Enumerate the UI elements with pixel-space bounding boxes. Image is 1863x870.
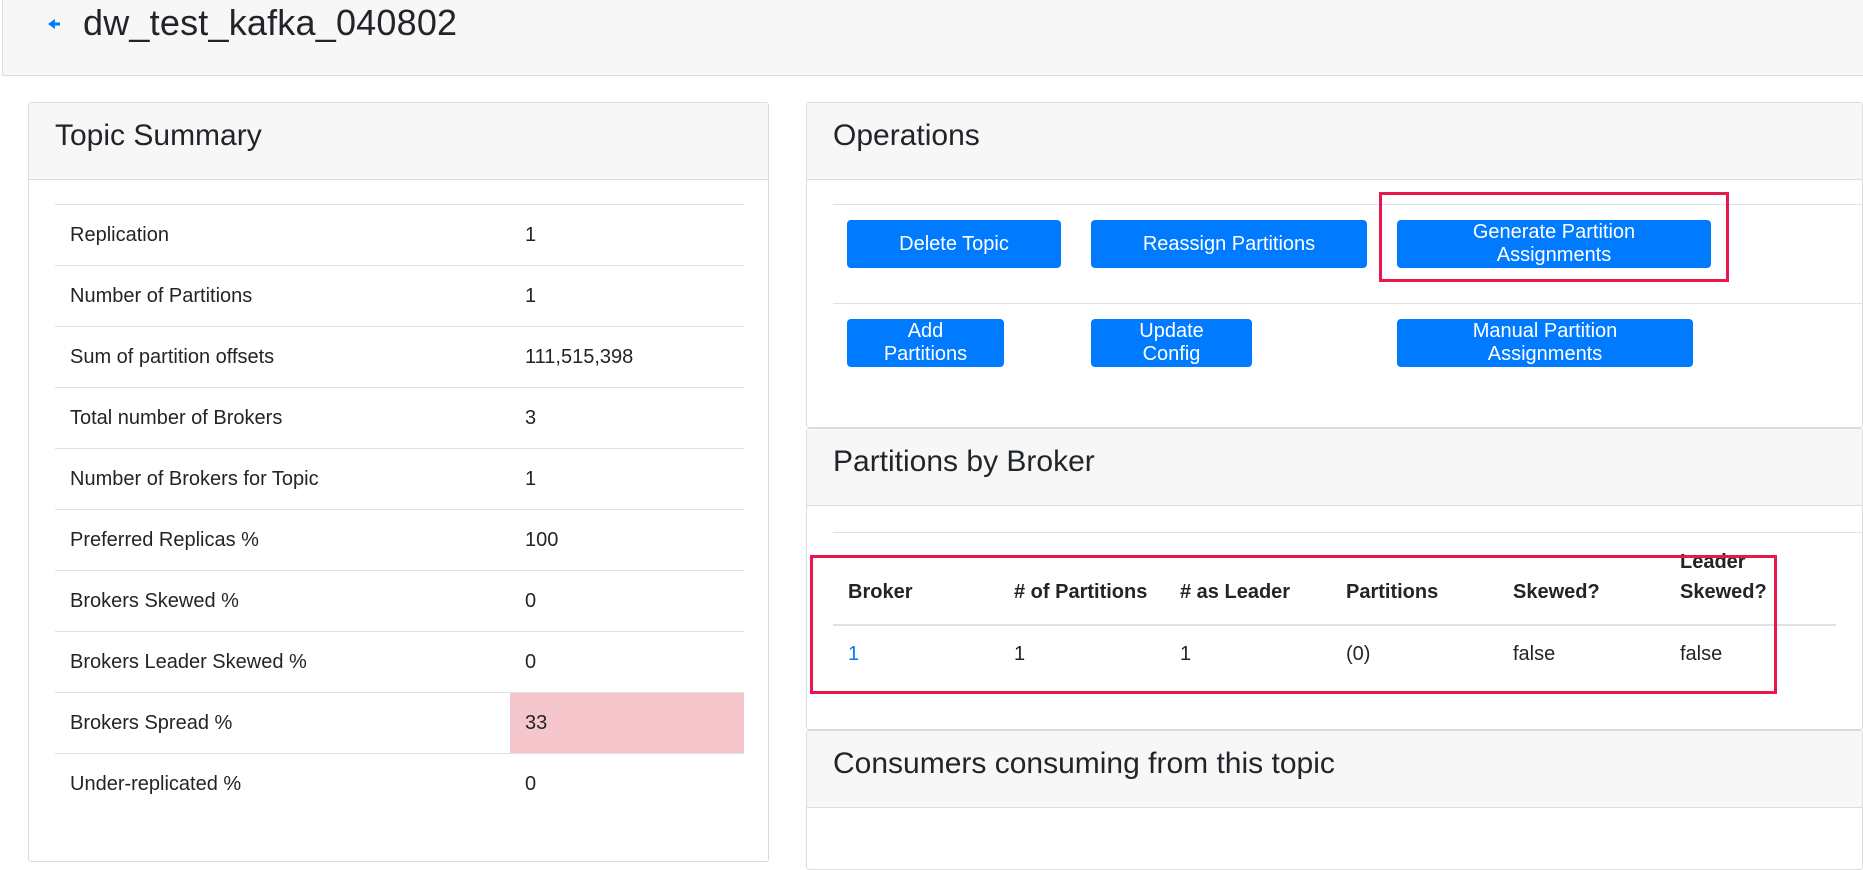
column-header-leader: Leader — [1680, 551, 1746, 573]
table-header-divider — [833, 624, 1836, 626]
table-row: Number of Brokers for Topic 1 — [55, 448, 744, 510]
partitions-value: (0) — [1346, 643, 1371, 665]
topic-summary-title: Topic Summary — [55, 119, 262, 152]
summary-value: 1 — [510, 448, 744, 510]
table-row: Replication 1 — [55, 204, 744, 266]
consumers-card: Consumers consuming from this topic — [806, 730, 1863, 870]
topic-summary-header: Topic Summary — [29, 103, 768, 180]
consumers-title: Consumers consuming from this topic — [833, 747, 1335, 780]
update-config-button[interactable]: Update Config — [1091, 319, 1252, 367]
column-header-num-partitions: # of Partitions — [1014, 581, 1148, 603]
column-header-partitions: Partitions — [1346, 581, 1439, 603]
partitions-by-broker-card: Partitions by Broker Broker # of Partiti… — [806, 428, 1863, 730]
summary-value: 0 — [510, 753, 744, 815]
table-row: Brokers Spread % 33 — [55, 692, 744, 754]
summary-value: 0 — [510, 631, 744, 693]
column-header-broker: Broker — [848, 581, 913, 603]
table-row: Under-replicated % 0 — [55, 753, 744, 815]
reassign-partitions-button[interactable]: Reassign Partitions — [1091, 220, 1367, 268]
generate-partition-assignments-button[interactable]: Generate Partition Assignments — [1397, 220, 1711, 268]
topic-summary-table: Replication 1 Number of Partitions 1 Sum… — [55, 204, 744, 815]
page-header: dw_test_kafka_040802 — [2, 0, 1863, 76]
partitions-by-broker-header: Partitions by Broker — [807, 429, 1862, 506]
arrow-left-icon[interactable] — [47, 17, 61, 31]
summary-label: Preferred Replicas % — [55, 509, 510, 571]
consumers-header: Consumers consuming from this topic — [807, 731, 1862, 808]
operations-header: Operations — [807, 103, 1862, 180]
summary-label: Replication — [55, 204, 510, 266]
table-row: Brokers Leader Skewed % 0 — [55, 631, 744, 693]
partitions-by-broker-title: Partitions by Broker — [833, 445, 1095, 478]
operations-card: Operations Delete Topic Reassign Partiti… — [806, 102, 1863, 428]
summary-value: 1 — [510, 204, 744, 266]
summary-value: 1 — [510, 265, 744, 327]
skewed-value: false — [1513, 643, 1556, 665]
column-header-skewed: Skewed? — [1513, 581, 1600, 603]
divider — [833, 204, 1862, 205]
divider — [833, 532, 1862, 533]
table-row: Number of Partitions 1 — [55, 265, 744, 327]
table-row: Total number of Brokers 3 — [55, 387, 744, 449]
table-row: Sum of partition offsets 111,515,398 — [55, 326, 744, 388]
summary-label: Under-replicated % — [55, 753, 510, 815]
brokers-spread-value: 33 — [510, 692, 744, 754]
summary-label: Number of Partitions — [55, 265, 510, 327]
column-header-as-leader: # as Leader — [1180, 581, 1291, 603]
as-leader-value: 1 — [1180, 643, 1192, 665]
summary-value: 3 — [510, 387, 744, 449]
broker-link[interactable]: 1 — [848, 643, 859, 666]
summary-value: 0 — [510, 570, 744, 632]
num-partitions-value: 1 — [1014, 643, 1026, 665]
summary-label: Number of Brokers for Topic — [55, 448, 510, 510]
summary-label: Total number of Brokers — [55, 387, 510, 449]
column-header-leader-skewed: Skewed? — [1680, 581, 1767, 603]
summary-label: Brokers Spread % — [55, 692, 510, 754]
delete-topic-button[interactable]: Delete Topic — [847, 220, 1061, 268]
page-title: dw_test_kafka_040802 — [83, 2, 458, 43]
summary-label: Brokers Leader Skewed % — [55, 631, 510, 693]
summary-label: Brokers Skewed % — [55, 570, 510, 632]
table-row: Brokers Skewed % 0 — [55, 570, 744, 632]
divider — [833, 303, 1862, 304]
add-partitions-button[interactable]: Add Partitions — [847, 319, 1004, 367]
leader-skewed-value: false — [1680, 643, 1723, 665]
operations-title: Operations — [833, 119, 980, 152]
summary-label: Sum of partition offsets — [55, 326, 510, 388]
summary-value: 111,515,398 — [510, 326, 744, 388]
topic-summary-card: Topic Summary Replication 1 Number of Pa… — [28, 102, 769, 862]
table-row: Preferred Replicas % 100 — [55, 509, 744, 571]
summary-value: 100 — [510, 509, 744, 571]
manual-partition-assignments-button[interactable]: Manual Partition Assignments — [1397, 319, 1693, 367]
